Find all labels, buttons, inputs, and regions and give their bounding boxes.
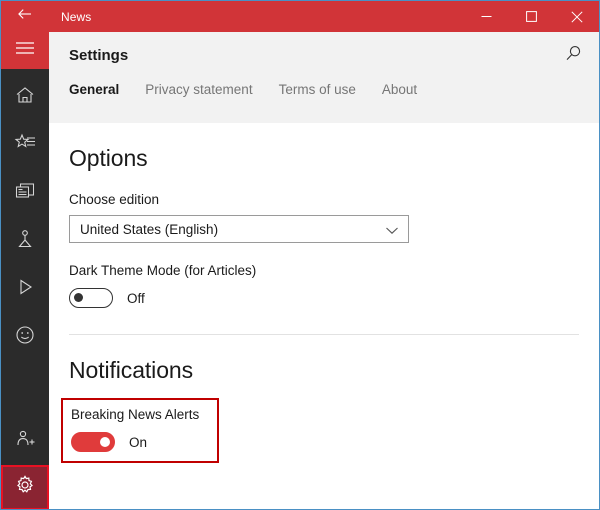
- breaking-news-row: On: [71, 432, 199, 452]
- breaking-news-label: Breaking News Alerts: [71, 407, 200, 422]
- choose-edition-label: Choose edition: [69, 192, 160, 207]
- sidebar-item-video[interactable]: [1, 265, 49, 313]
- maximize-button[interactable]: [509, 1, 554, 32]
- minimize-button[interactable]: [464, 1, 509, 32]
- minimize-icon: [481, 11, 492, 22]
- dark-theme-state: Off: [127, 290, 145, 306]
- sidebar-item-sign-in[interactable]: [1, 417, 49, 465]
- sidebar-item-lifestyle[interactable]: [1, 313, 49, 361]
- person-stand-icon: [15, 228, 35, 255]
- tab-general[interactable]: General: [69, 79, 119, 97]
- dark-theme-label: Dark Theme Mode (for Articles): [69, 263, 257, 278]
- title-bar: News: [1, 1, 599, 32]
- home-icon: [14, 84, 36, 111]
- smiley-face-icon: [14, 324, 36, 351]
- search-icon: [564, 44, 583, 68]
- person-add-icon: [14, 428, 36, 455]
- options-heading: Options: [69, 145, 148, 171]
- sidebar-item-my-news[interactable]: [1, 121, 49, 169]
- sidebar-item-home[interactable]: [1, 73, 49, 121]
- breaking-news-state: On: [129, 434, 148, 450]
- tab-terms-of-use[interactable]: Terms of use: [279, 79, 356, 97]
- close-icon: [570, 10, 583, 23]
- page-title: Settings: [69, 47, 129, 64]
- sidebar-item-local[interactable]: [1, 169, 49, 217]
- sidebar-item-settings[interactable]: [1, 465, 49, 509]
- window-controls: [464, 1, 599, 32]
- tab-privacy-statement[interactable]: Privacy statement: [145, 79, 252, 97]
- newspaper-icon: [14, 181, 36, 206]
- search-button[interactable]: [553, 36, 593, 76]
- hamburger-menu-icon: [15, 41, 35, 60]
- maximize-icon: [526, 11, 537, 22]
- window-title: News: [61, 9, 92, 24]
- hamburger-menu-button[interactable]: [1, 32, 49, 69]
- settings-tabs: General Privacy statement Terms of use A…: [49, 79, 599, 123]
- back-arrow-icon: [16, 5, 34, 28]
- breaking-news-toggle[interactable]: [71, 432, 115, 452]
- close-button[interactable]: [554, 1, 599, 32]
- rail-top-items: [1, 69, 49, 361]
- sidebar-item-sports[interactable]: [1, 217, 49, 265]
- toggle-knob: [100, 436, 110, 447]
- tab-about[interactable]: About: [382, 79, 417, 97]
- news-app-window: News Settings General Privacy statement …: [0, 0, 600, 510]
- play-triangle-icon: [15, 277, 35, 302]
- general-settings-panel: Options Choose edition United States (En…: [49, 123, 599, 509]
- toggle-knob: [74, 293, 83, 302]
- rail-bottom-items: [1, 417, 49, 509]
- gear-icon: [14, 474, 36, 501]
- edition-selected-value: United States (English): [80, 221, 219, 237]
- navigation-rail: [1, 32, 49, 509]
- dark-theme-row: Off: [69, 288, 579, 308]
- settings-header: Settings: [49, 32, 599, 79]
- back-button[interactable]: [1, 1, 49, 32]
- star-list-icon: [14, 132, 37, 159]
- breaking-news-highlight-box: Breaking News Alerts On: [61, 398, 220, 463]
- edition-dropdown[interactable]: United States (English): [69, 215, 409, 243]
- chevron-down-icon: [385, 223, 399, 241]
- notifications-heading: Notifications: [69, 357, 193, 383]
- settings-content: Settings General Privacy statement Terms…: [49, 32, 599, 509]
- dark-theme-toggle[interactable]: [69, 288, 113, 308]
